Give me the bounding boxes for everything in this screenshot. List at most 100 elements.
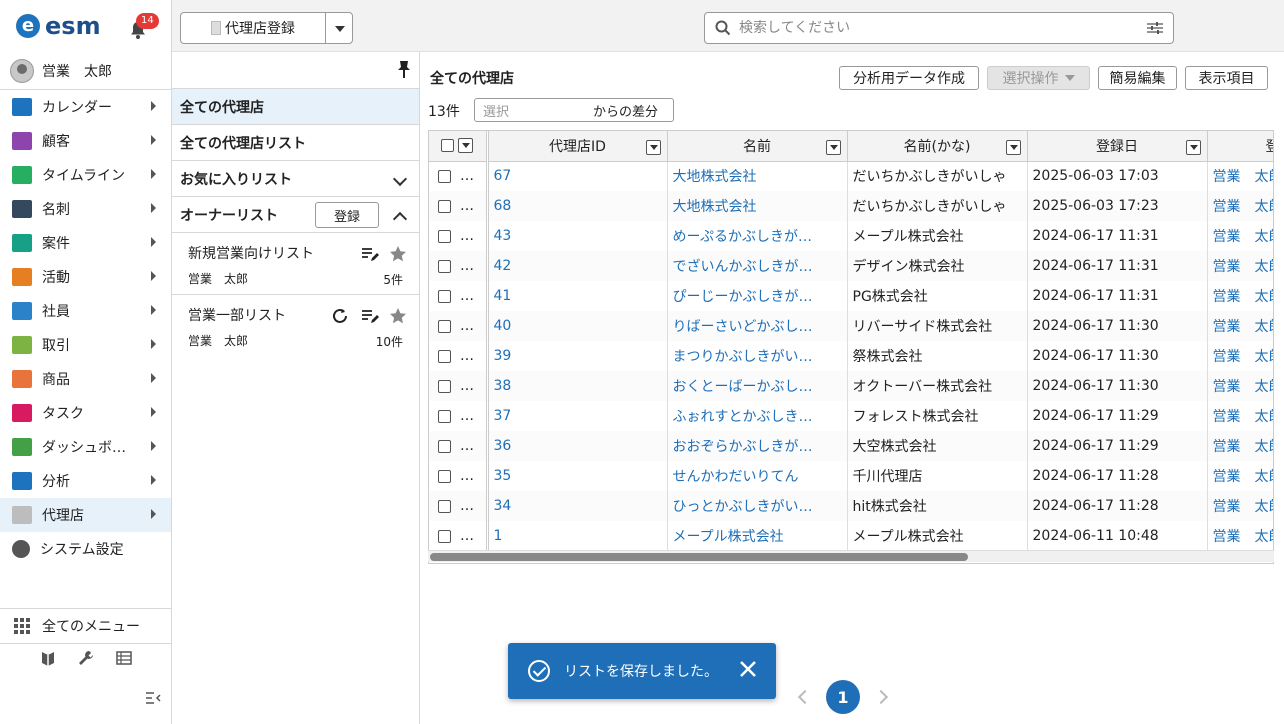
- agency-id-link[interactable]: 41: [494, 288, 512, 304]
- create-analysis-data-button[interactable]: 分析用データ作成: [839, 66, 979, 90]
- name-link[interactable]: りばーさいどかぶし…: [673, 319, 813, 335]
- esm-logo[interactable]: e esm: [16, 12, 101, 40]
- row-checkbox[interactable]: [438, 409, 451, 423]
- list-all-agencies[interactable]: 全ての代理店: [172, 88, 419, 124]
- registrant-link[interactable]: 営業 太郎: [1213, 289, 1274, 305]
- owner-list-section[interactable]: オーナーリスト 登録: [172, 196, 419, 232]
- star-icon[interactable]: [389, 307, 407, 325]
- row-checkbox[interactable]: [438, 229, 451, 243]
- registrant-link[interactable]: 営業 太郎: [1213, 469, 1274, 485]
- search-box[interactable]: [704, 12, 1174, 44]
- name-link[interactable]: めーぷるかぶしきが…: [673, 229, 812, 245]
- row-checkbox[interactable]: [438, 319, 451, 333]
- register-agency-button[interactable]: 代理店登録: [180, 12, 326, 44]
- nav-item[interactable]: 代理店: [0, 498, 171, 532]
- column-menu-button[interactable]: [1005, 140, 1021, 155]
- agency-id-link[interactable]: 1: [494, 528, 503, 544]
- agency-id-link[interactable]: 40: [494, 318, 512, 334]
- refresh-icon[interactable]: [331, 307, 349, 325]
- name-link[interactable]: 大地株式会社: [673, 199, 757, 215]
- prev-page-icon[interactable]: [797, 689, 813, 705]
- wrench-icon[interactable]: [78, 650, 94, 666]
- nav-item[interactable]: 商品: [0, 362, 171, 396]
- name-link[interactable]: 大地株式会社: [673, 169, 757, 185]
- table-row[interactable]: 3 43 めーぷるかぶしきが… メープル株式会社 2024-06-17 11:31 営業 …: [429, 221, 1274, 251]
- search-input[interactable]: [739, 20, 1139, 36]
- table-row[interactable]: 1 67 大地株式会社 だいちかぶしきがいしゃ 2025-06-03 17:03 営業 太…: [429, 161, 1274, 191]
- row-checkbox[interactable]: [438, 349, 451, 363]
- name-link[interactable]: でざいんかぶしきが…: [673, 259, 813, 275]
- column-header-registrant[interactable]: 登: [1207, 131, 1273, 162]
- registrant-link[interactable]: 営業 太郎: [1213, 349, 1274, 365]
- table-row[interactable]: 8 38 おくとーばーかぶし… オクトーバー株式会社 2024-06-17 11:30 営…: [429, 371, 1274, 401]
- close-icon[interactable]: [738, 659, 758, 679]
- page-number-current[interactable]: 1: [826, 680, 860, 714]
- registrant-link[interactable]: 営業 太郎: [1213, 229, 1274, 245]
- agency-id-link[interactable]: 39: [494, 348, 512, 364]
- name-link[interactable]: ひっとかぶしきがい…: [673, 499, 813, 515]
- registrant-link[interactable]: 営業 太郎: [1213, 319, 1274, 335]
- table-row[interactable]: 4 42 でざいんかぶしきが… デザイン株式会社 2024-06-17 11:31 営業 …: [429, 251, 1273, 281]
- agency-id-link[interactable]: 67: [494, 168, 512, 184]
- registrant-link[interactable]: 営業 太郎: [1213, 199, 1274, 215]
- name-link[interactable]: ふぉれすとかぶしき…: [673, 409, 813, 425]
- row-checkbox[interactable]: [438, 199, 451, 213]
- registrant-link[interactable]: 営業 太郎: [1213, 499, 1274, 515]
- table-row[interactable]: 6 40 りばーさいどかぶし… リバーサイド株式会社 2024-06-17 11:30 営…: [429, 311, 1274, 341]
- manual-icon[interactable]: [40, 650, 56, 666]
- agency-id-link[interactable]: 42: [494, 258, 512, 274]
- registrant-link[interactable]: 営業 太郎: [1213, 409, 1274, 425]
- user-row[interactable]: 営業 太郎: [0, 52, 171, 90]
- name-link[interactable]: まつりかぶしきがい…: [673, 349, 813, 365]
- chevron-up-icon[interactable]: [392, 211, 408, 227]
- name-link[interactable]: せんかわだいりてん: [673, 469, 799, 485]
- column-menu-button[interactable]: [1185, 140, 1201, 155]
- table-row[interactable]: 5 41 ぴーじーかぶしきが… PG株式会社 2024-06-17 11:31 営業 太郎: [429, 281, 1274, 311]
- saved-list-item[interactable]: 新規営業向けリスト 営業 太郎 5件: [172, 232, 419, 294]
- nav-item[interactable]: 活動: [0, 260, 171, 294]
- selection-actions-button[interactable]: 選択操作: [987, 66, 1090, 90]
- nav-item[interactable]: 分析: [0, 464, 171, 498]
- table-row[interactable]: 13 1 メープル株式会社 メープル株式会社 2024-06-11 10:48 営業 太郎: [429, 521, 1274, 551]
- scrollbar-thumb[interactable]: [430, 553, 968, 561]
- nav-item[interactable]: タスク: [0, 396, 171, 430]
- display-columns-button[interactable]: 表示項目: [1185, 66, 1268, 90]
- table-row[interactable]: 9 37 ふぉれすとかぶしき… フォレスト株式会社 2024-06-17 11:29 営業…: [429, 401, 1274, 431]
- column-menu-button[interactable]: [645, 140, 661, 155]
- name-link[interactable]: ぴーじーかぶしきが…: [673, 289, 813, 305]
- list-all-agency-lists[interactable]: 全ての代理店リスト: [172, 124, 419, 160]
- favorites-list-section[interactable]: お気に入りリスト: [172, 160, 419, 196]
- all-menu-button[interactable]: 全てのメニュー: [0, 608, 171, 644]
- star-icon[interactable]: [389, 245, 407, 263]
- nav-item[interactable]: カレンダー: [0, 90, 171, 124]
- name-link[interactable]: おおぞらかぶしきが…: [673, 439, 813, 455]
- horizontal-scrollbar[interactable]: [428, 550, 1274, 562]
- column-header-agency-id[interactable]: 代理店ID: [487, 131, 668, 162]
- nav-item[interactable]: 名刺: [0, 192, 171, 226]
- registrant-link[interactable]: 営業 太郎: [1213, 169, 1274, 185]
- row-checkbox[interactable]: [438, 499, 451, 513]
- edit-list-icon[interactable]: [361, 245, 379, 263]
- owner-list-register-button[interactable]: 登録: [315, 202, 379, 228]
- table-row[interactable]: 11 35 せんかわだいりてん 千川代理店 2024-06-17 11:28 営業 太郎: [429, 461, 1274, 491]
- row-checkbox[interactable]: [438, 439, 451, 453]
- diff-select[interactable]: 選択 からの差分: [474, 98, 674, 122]
- select-menu-button[interactable]: [458, 138, 474, 154]
- registrant-link[interactable]: 営業 太郎: [1213, 529, 1274, 545]
- nav-item[interactable]: システム設定: [0, 532, 171, 566]
- column-menu-button[interactable]: [825, 140, 841, 155]
- agency-id-link[interactable]: 43: [494, 228, 512, 244]
- agency-id-link[interactable]: 34: [494, 498, 512, 514]
- nav-item[interactable]: 取引: [0, 328, 171, 362]
- row-checkbox[interactable]: [438, 379, 451, 393]
- column-header-name-kana[interactable]: 名前(かな): [847, 131, 1028, 162]
- table-row[interactable]: 7 39 まつりかぶしきがい… 祭株式会社 2024-06-17 11:30 営業 太郎: [429, 341, 1274, 371]
- agency-id-link[interactable]: 68: [494, 198, 512, 214]
- saved-list-item[interactable]: 営業一部リスト 営業 太郎 10件: [172, 294, 419, 356]
- next-page-icon[interactable]: [873, 689, 889, 705]
- nav-item[interactable]: タイムライン: [0, 158, 171, 192]
- registrant-link[interactable]: 営業 太郎: [1213, 379, 1274, 395]
- quick-edit-button[interactable]: 簡易編集: [1098, 66, 1177, 90]
- table-row[interactable]: 12 34 ひっとかぶしきがい… hit株式会社 2024-06-17 11:28 営業 …: [429, 491, 1274, 521]
- select-all-checkbox[interactable]: [441, 139, 455, 153]
